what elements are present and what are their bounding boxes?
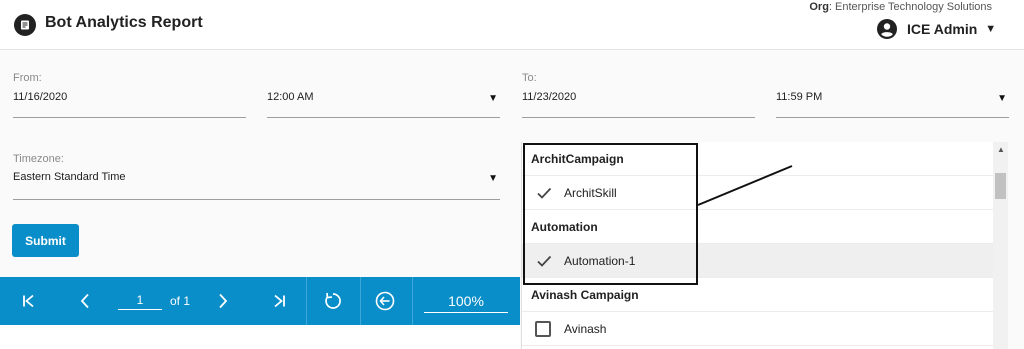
report-logo-icon (14, 14, 36, 36)
dropdown-arrow-icon: ▼ (488, 173, 498, 184)
skill-group-header: Avinash Campaign (522, 278, 994, 312)
to-time-select[interactable]: 11:59 PM ▼ (776, 89, 1009, 118)
checkmark-icon (537, 187, 552, 199)
org-name: Enterprise Technology Solutions (835, 1, 992, 13)
from-label: From: (13, 72, 42, 84)
skill-option[interactable]: Avinash (522, 312, 994, 346)
skill-group-header: ArchitCampaign (522, 142, 994, 176)
toolbar-divider (412, 277, 413, 325)
account-icon (877, 19, 897, 39)
toolbar-divider (306, 277, 307, 325)
list-scrollbar[interactable]: ▲ (993, 142, 1008, 349)
org-label: Org (809, 1, 829, 13)
from-time-value: 12:00 AM (267, 91, 314, 103)
row-label: Avinash Campaign (531, 287, 639, 302)
to-date-value: 11/23/2020 (522, 91, 577, 103)
page-number-input[interactable]: 1 (118, 290, 162, 310)
report-toolbar: 1 of 1 100% (0, 277, 520, 325)
next-page-icon[interactable] (204, 277, 242, 325)
back-icon[interactable] (366, 277, 404, 325)
page-count: of 1 (170, 294, 191, 308)
toolbar-divider (360, 277, 361, 325)
dropdown-arrow-icon: ▼ (997, 93, 1007, 104)
report-viewer-area (0, 325, 520, 349)
checkmark-icon (537, 255, 552, 267)
skill-group-header: Automation (522, 210, 994, 244)
row-label: ArchitSkill (564, 185, 617, 200)
dropdown-arrow-icon: ▼ (488, 93, 498, 104)
scroll-up-icon[interactable]: ▲ (997, 145, 1005, 154)
caret-down-icon: ▼ (985, 23, 997, 35)
to-time-value: 11:59 PM (776, 91, 823, 103)
refresh-icon[interactable] (314, 277, 352, 325)
skill-list: ArchitCampaign ArchitSkill Automation Autom… (521, 142, 1008, 349)
to-date-field[interactable]: 11/23/2020 (522, 89, 755, 118)
timezone-value: Eastern Standard Time (13, 171, 126, 183)
scrollbar-thumb[interactable] (995, 173, 1006, 199)
row-label: Automation (531, 219, 598, 234)
row-label: Automation-1 (564, 253, 636, 268)
skill-option[interactable]: ArchitSkill (522, 176, 994, 210)
user-name: ICE Admin (907, 21, 978, 37)
last-page-icon[interactable] (260, 277, 298, 325)
skill-option[interactable]: Automation-1 (522, 244, 994, 278)
submit-button[interactable]: Submit (12, 224, 79, 257)
from-time-select[interactable]: 12:00 AM ▼ (267, 89, 500, 118)
from-date-value: 11/16/2020 (13, 91, 68, 103)
page-title: Bot Analytics Report (45, 14, 203, 31)
row-label: ArchitCampaign (531, 151, 624, 166)
to-label: To: (522, 72, 537, 84)
zoom-select[interactable]: 100% (424, 289, 508, 313)
checkbox-icon[interactable] (535, 321, 551, 337)
row-label: Avinash (564, 321, 607, 336)
app-header: Bot Analytics Report Org: Enterprise Tec… (0, 0, 1024, 50)
timezone-label: Timezone: (13, 153, 64, 165)
user-menu[interactable]: ICE Admin ▼ (877, 19, 996, 39)
org-info: Org: Enterprise Technology Solutions (809, 1, 992, 13)
previous-page-icon[interactable] (66, 277, 104, 325)
first-page-icon[interactable] (10, 277, 48, 325)
from-date-field[interactable]: 11/16/2020 (13, 89, 246, 118)
timezone-select[interactable]: Eastern Standard Time ▼ (13, 169, 500, 200)
